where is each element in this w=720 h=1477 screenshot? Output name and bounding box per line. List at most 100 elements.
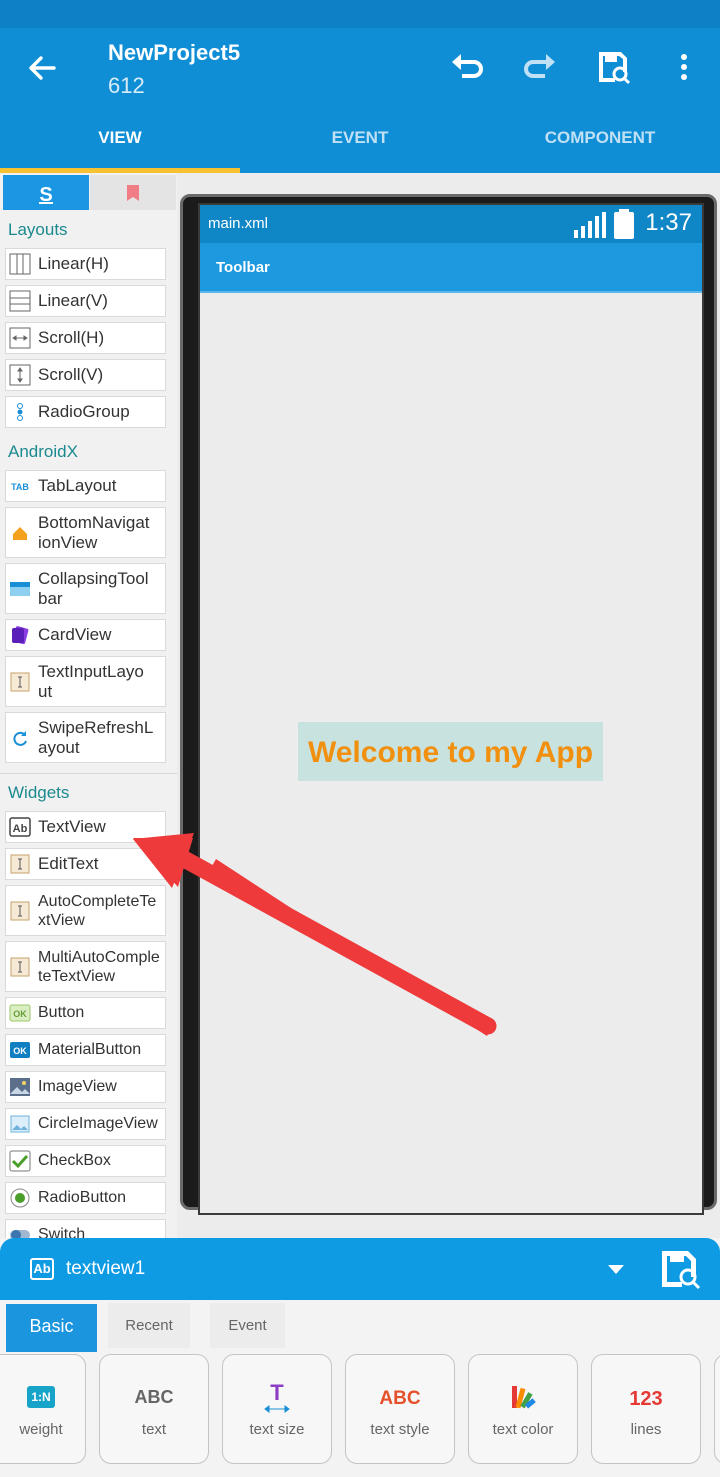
palette-item-edittext[interactable]: EditText xyxy=(5,848,166,880)
palette-item-materialbutton[interactable]: OK MaterialButton xyxy=(5,1034,166,1066)
phone-frame: main.xml 1:37 Toolbar Welcome to my App xyxy=(180,194,717,1215)
palette-item-textview[interactable]: Ab TextView xyxy=(5,811,166,843)
prop-text-size[interactable]: T text size xyxy=(222,1354,332,1464)
palette-item-label: Linear(H) xyxy=(38,254,109,273)
palette-item-tablayout[interactable]: TAB TabLayout xyxy=(5,470,166,502)
chevron-down-icon[interactable] xyxy=(608,1265,624,1274)
radiogroup-icon xyxy=(9,401,31,423)
palette-item-radiobutton[interactable]: RadioButton xyxy=(5,1182,166,1214)
selected-widget-bar[interactable]: Ab textview1 xyxy=(0,1238,720,1300)
palette-item-autocomplete[interactable]: AutoCompleteTe xtView xyxy=(5,885,166,936)
prop-text-style[interactable]: ABC text style xyxy=(345,1354,455,1464)
palette-item-swiperefresh[interactable]: SwipeRefreshL ayout xyxy=(5,712,166,763)
materialbutton-icon: OK xyxy=(9,1039,31,1061)
prop-label: weight xyxy=(19,1421,63,1438)
prop-label: text xyxy=(141,1421,167,1438)
signal-icon xyxy=(574,212,606,238)
palette-item-button[interactable]: OK Button xyxy=(5,997,166,1029)
redo-icon[interactable] xyxy=(521,48,559,86)
scroll-v-icon xyxy=(9,364,31,386)
widget-palette: S Layouts Linear(H) Linear(V) Scroll(H) … xyxy=(0,173,177,1240)
collapsingtoolbar-icon xyxy=(9,578,31,600)
tab-component[interactable]: COMPONENT xyxy=(480,120,720,173)
preview-clock: 1:37 xyxy=(645,209,692,236)
tab-recent[interactable]: Recent xyxy=(108,1303,190,1348)
palette-item-label: CheckBox xyxy=(38,1152,111,1169)
palette-item-linear-h[interactable]: Linear(H) xyxy=(5,248,166,280)
palette-item-linear-v[interactable]: Linear(V) xyxy=(5,285,166,317)
palette-item-label: CollapsingTool bar xyxy=(38,568,149,608)
palette-item-scroll-h[interactable]: Scroll(H) xyxy=(5,322,166,354)
palette-item-switch[interactable]: Switch xyxy=(5,1219,166,1240)
prop-more[interactable] xyxy=(714,1354,720,1464)
palette-item-collapsingtoolbar[interactable]: CollapsingTool bar xyxy=(5,563,166,614)
palette-item-cardview[interactable]: CardView xyxy=(5,619,166,651)
palette-item-label: MaterialButton xyxy=(38,1041,142,1058)
save-widget-icon[interactable] xyxy=(658,1247,702,1291)
checkbox-icon xyxy=(9,1150,31,1172)
palette-tab-bookmarks[interactable] xyxy=(90,175,176,210)
property-panel: Ab textview1 Basic Recent Event 1:N weig… xyxy=(0,1238,720,1477)
tab-event[interactable]: EVENT xyxy=(240,120,480,173)
tablayout-icon: TAB xyxy=(9,475,31,497)
palette-item-imageview[interactable]: ImageView xyxy=(5,1071,166,1103)
palette-item-checkbox[interactable]: CheckBox xyxy=(5,1145,166,1177)
swiperefresh-icon xyxy=(9,727,31,749)
tab-basic[interactable]: Basic xyxy=(6,1304,97,1352)
text-icon: ABC xyxy=(134,1386,174,1407)
selected-widget-name: textview1 xyxy=(66,1258,146,1279)
tab-view[interactable]: VIEW xyxy=(0,120,240,173)
more-vert-icon[interactable] xyxy=(665,48,703,86)
palette-item-radiogroup[interactable]: RadioGroup xyxy=(5,396,166,428)
circleimageview-icon xyxy=(9,1113,31,1135)
linear-h-icon xyxy=(9,253,31,275)
palette-item-label: Scroll(V) xyxy=(38,365,104,384)
prop-label: text color xyxy=(492,1421,554,1438)
textview-icon: Ab xyxy=(30,1258,54,1280)
project-subtitle: 612 xyxy=(108,73,145,98)
bottomnav-icon xyxy=(9,522,31,544)
palette-item-bottomnav[interactable]: BottomNavigat ionView xyxy=(5,507,166,558)
palette-item-label: Scroll(H) xyxy=(38,328,105,347)
multiautocomplete-icon xyxy=(9,956,31,978)
textview1-preview[interactable]: Welcome to my App xyxy=(298,722,603,781)
weight-icon: 1:N xyxy=(0,1379,85,1415)
svg-text:T: T xyxy=(270,1380,284,1405)
palette-item-scroll-v[interactable]: Scroll(V) xyxy=(5,359,166,391)
palette-item-label: Linear(V) xyxy=(38,291,108,310)
radiobutton-icon xyxy=(9,1187,31,1209)
palette-item-label: TabLayout xyxy=(38,476,117,495)
svg-text:TAB: TAB xyxy=(11,482,29,492)
linear-v-icon xyxy=(9,290,31,312)
prop-weight[interactable]: 1:N weight xyxy=(0,1354,86,1464)
preview-toolbar-title: Toolbar xyxy=(216,259,270,276)
palette-item-textinputlayout[interactable]: TextInputLayo ut xyxy=(5,656,166,707)
palette-item-circleimageview[interactable]: CircleImageView xyxy=(5,1108,166,1140)
prop-label: text style xyxy=(370,1421,430,1438)
tab-event-props[interactable]: Event xyxy=(210,1303,285,1348)
preview-toolbar[interactable]: Toolbar xyxy=(200,243,702,293)
project-title: NewProject5 xyxy=(108,40,241,65)
palette-tab-widgets[interactable]: S xyxy=(3,175,89,210)
palette-item-label: TextView xyxy=(38,817,106,836)
palette-item-multiautocomplete[interactable]: MultiAutoComple teTextView xyxy=(5,941,166,992)
save-icon[interactable] xyxy=(594,48,632,86)
palette-item-label: CircleImageView xyxy=(38,1115,158,1132)
phone-screen[interactable]: main.xml 1:37 Toolbar Welcome to my App xyxy=(198,203,704,1215)
undo-icon[interactable] xyxy=(448,48,486,86)
widgets-icon: S xyxy=(39,184,53,206)
svg-text:OK: OK xyxy=(13,1009,27,1019)
section-widgets: Widgets xyxy=(8,783,70,802)
text-style-icon: ABC xyxy=(346,1379,454,1415)
prop-lines[interactable]: 123 lines xyxy=(591,1354,701,1464)
property-tabs: Basic Recent Event xyxy=(0,1300,720,1352)
back-arrow-icon[interactable] xyxy=(24,50,60,86)
layout-file-name: main.xml xyxy=(208,215,269,232)
prop-text-color[interactable]: text color xyxy=(468,1354,578,1464)
prop-text[interactable]: ABC text xyxy=(99,1354,209,1464)
svg-text:OK: OK xyxy=(13,1046,27,1056)
palette-item-label: MultiAutoComple teTextView xyxy=(38,948,160,985)
lines-icon: 123 xyxy=(592,1379,700,1415)
palette-item-label: TextInputLayo ut xyxy=(38,661,144,701)
palette-item-label: AutoCompleteTe xtView xyxy=(38,892,157,929)
